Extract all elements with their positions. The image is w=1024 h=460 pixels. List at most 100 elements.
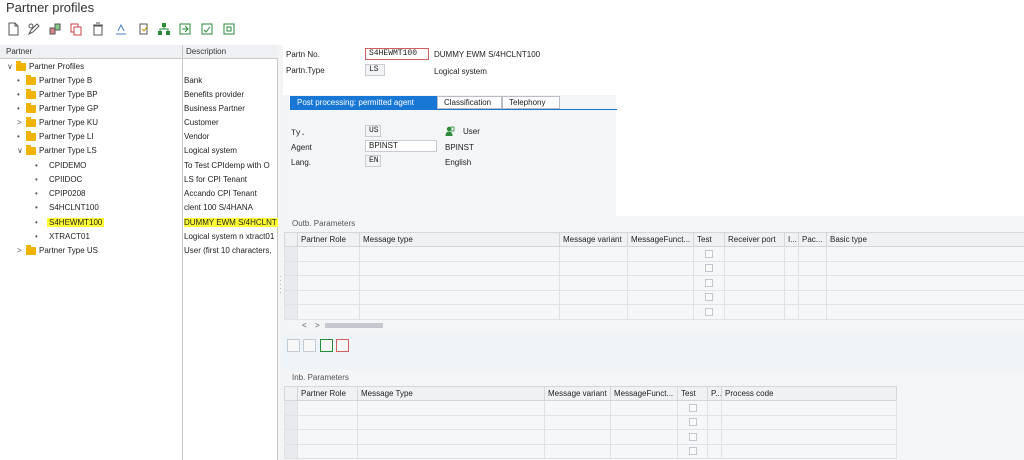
table-row[interactable] bbox=[284, 246, 1024, 262]
test-checkbox[interactable] bbox=[705, 249, 713, 258]
tree-node-group[interactable]: > Partner Type US User (first 10 charact… bbox=[0, 244, 278, 258]
column-message-variant[interactable]: Message variant bbox=[559, 232, 628, 247]
expand-icon[interactable]: • bbox=[17, 90, 25, 99]
agent-type-field[interactable]: US bbox=[365, 125, 381, 137]
chevron-down-icon[interactable]: ∨ bbox=[7, 62, 15, 71]
column-message-type[interactable]: Message type bbox=[359, 232, 560, 247]
test-checkbox[interactable] bbox=[688, 403, 697, 412]
column-header-partner[interactable]: Partner bbox=[6, 47, 32, 56]
row-selector-header[interactable] bbox=[284, 232, 298, 247]
table-header-row: Partner Role Message Type Message varian… bbox=[284, 386, 897, 401]
copy-icon[interactable] bbox=[69, 22, 83, 36]
tree-node-group[interactable]: • Partner Type LI Vendor bbox=[0, 130, 278, 144]
import-icon[interactable] bbox=[178, 22, 192, 36]
create-icon[interactable] bbox=[48, 22, 62, 36]
column-pack-size[interactable]: Pac... bbox=[798, 232, 827, 247]
test-checkbox[interactable] bbox=[705, 293, 713, 302]
change-entry-icon[interactable] bbox=[303, 339, 316, 352]
check-icon[interactable] bbox=[137, 22, 151, 36]
table-row[interactable] bbox=[284, 443, 897, 459]
test-checkbox[interactable] bbox=[688, 418, 697, 427]
agent-field[interactable]: BPINST bbox=[365, 140, 437, 152]
table-row[interactable] bbox=[284, 304, 1024, 320]
display-entry-icon[interactable] bbox=[287, 339, 300, 352]
column-output-mode[interactable]: I... bbox=[784, 232, 799, 247]
tree-leaf-label: S4HEWMT100 bbox=[47, 218, 105, 227]
scrollbar-thumb[interactable] bbox=[325, 323, 383, 328]
partner-type-field[interactable]: LS bbox=[365, 64, 385, 76]
tree-leaf[interactable]: • S4HCLNT100 clent 100 S/4HANA bbox=[0, 201, 278, 215]
splitter-grip-icon[interactable]: · · · · · bbox=[279, 273, 282, 297]
tree-leaf[interactable]: • XTRACT01 Logical system n xtract01 bbox=[0, 230, 278, 244]
table-row[interactable] bbox=[284, 260, 1024, 276]
tree-leaf-description: Accando CPI Tenant bbox=[184, 189, 257, 198]
partner-structure-icon[interactable] bbox=[157, 22, 171, 36]
tree-node-group[interactable]: > Partner Type KU Customer bbox=[0, 116, 278, 130]
table-row[interactable] bbox=[284, 275, 1024, 291]
column-basic-type[interactable]: Basic type bbox=[826, 232, 1024, 247]
tree-leaf[interactable]: • CPIDEMO To Test CPIdemp with O bbox=[0, 159, 278, 173]
tree-leaf-selected[interactable]: • S4HEWMT100 DUMMY EWM S/4HCLNT bbox=[0, 216, 278, 230]
folder-icon bbox=[26, 117, 36, 127]
delete-icon[interactable] bbox=[91, 22, 105, 36]
tab-post-processing[interactable]: Post processing: permitted agent bbox=[290, 96, 437, 109]
test-checkbox[interactable] bbox=[688, 447, 697, 456]
column-partner-role[interactable]: Partner Role bbox=[297, 232, 360, 247]
user-icon bbox=[445, 126, 455, 136]
column-header-description[interactable]: Description bbox=[186, 47, 226, 56]
leaf-bullet-icon: • bbox=[35, 203, 38, 212]
delete-entry-icon[interactable] bbox=[336, 339, 349, 352]
column-partner-role[interactable]: Partner Role bbox=[297, 386, 358, 401]
tree-node-group[interactable]: • Partner Type GP Business Partner bbox=[0, 102, 278, 116]
language-label: Lang. bbox=[291, 158, 312, 167]
create-entry-icon[interactable] bbox=[320, 339, 333, 352]
partner-no-field[interactable]: S4HEWMT100 bbox=[365, 48, 429, 60]
tree-node-root[interactable]: ∨ Partner Profiles bbox=[0, 60, 278, 74]
column-receiver-port[interactable]: Receiver port bbox=[724, 232, 785, 247]
display-change-icon[interactable] bbox=[27, 22, 41, 36]
partner-type-label: Partn.Type bbox=[286, 66, 325, 75]
scroll-right-arrow-icon[interactable]: > bbox=[315, 321, 320, 330]
language-field[interactable]: EN bbox=[365, 155, 381, 167]
table-row[interactable] bbox=[284, 289, 1024, 305]
tree-node-group[interactable]: • Partner Type B Bank bbox=[0, 74, 278, 88]
column-message-function[interactable]: MessageFunct... bbox=[610, 386, 678, 401]
column-processing[interactable]: P... bbox=[707, 386, 722, 401]
expand-icon[interactable]: • bbox=[17, 132, 25, 141]
transfer-icon[interactable] bbox=[114, 22, 128, 36]
chevron-down-icon[interactable]: ∨ bbox=[17, 146, 25, 155]
expand-icon[interactable]: • bbox=[17, 104, 25, 113]
chevron-right-icon[interactable]: > bbox=[17, 246, 25, 255]
column-message-variant[interactable]: Message variant bbox=[544, 386, 611, 401]
test-checkbox[interactable] bbox=[705, 278, 713, 287]
save-icon[interactable] bbox=[200, 22, 214, 36]
chevron-right-icon[interactable]: > bbox=[17, 118, 25, 127]
column-message-type[interactable]: Message Type bbox=[357, 386, 545, 401]
column-message-function[interactable]: MessageFunct... bbox=[627, 232, 694, 247]
new-icon[interactable] bbox=[6, 22, 20, 36]
language-description: English bbox=[445, 158, 472, 167]
expand-icon[interactable]: • bbox=[17, 76, 25, 85]
tab-telephony[interactable]: Telephony bbox=[502, 96, 560, 109]
partner-type-description: Logical system bbox=[434, 67, 487, 76]
table-row[interactable] bbox=[284, 429, 897, 445]
scroll-left-arrow-icon[interactable]: < bbox=[302, 321, 307, 330]
column-process-code[interactable]: Process code bbox=[721, 386, 897, 401]
test-checkbox[interactable] bbox=[705, 307, 713, 316]
row-selector-header[interactable] bbox=[284, 386, 298, 401]
column-test[interactable]: Test bbox=[693, 232, 725, 247]
tab-classification[interactable]: Classification bbox=[437, 96, 502, 109]
print-icon[interactable] bbox=[222, 22, 236, 36]
tree-node-group[interactable]: ∨ Partner Type LS Logical system bbox=[0, 144, 278, 158]
horizontal-scrollbar[interactable]: < > bbox=[300, 321, 384, 330]
test-checkbox[interactable] bbox=[688, 432, 697, 441]
tree-leaf[interactable]: • CPIP0208 Accando CPI Tenant bbox=[0, 187, 278, 201]
column-test[interactable]: Test bbox=[677, 386, 708, 401]
table-row[interactable] bbox=[284, 414, 897, 430]
agent-description: BPINST bbox=[445, 143, 474, 152]
test-checkbox[interactable] bbox=[705, 264, 713, 273]
tree-node-group[interactable]: • Partner Type BP Benefits provider bbox=[0, 88, 278, 102]
table-row[interactable] bbox=[284, 400, 897, 416]
folder-icon bbox=[26, 103, 36, 113]
tree-leaf[interactable]: • CPIIDOC LS for CPI Tenant bbox=[0, 173, 278, 187]
